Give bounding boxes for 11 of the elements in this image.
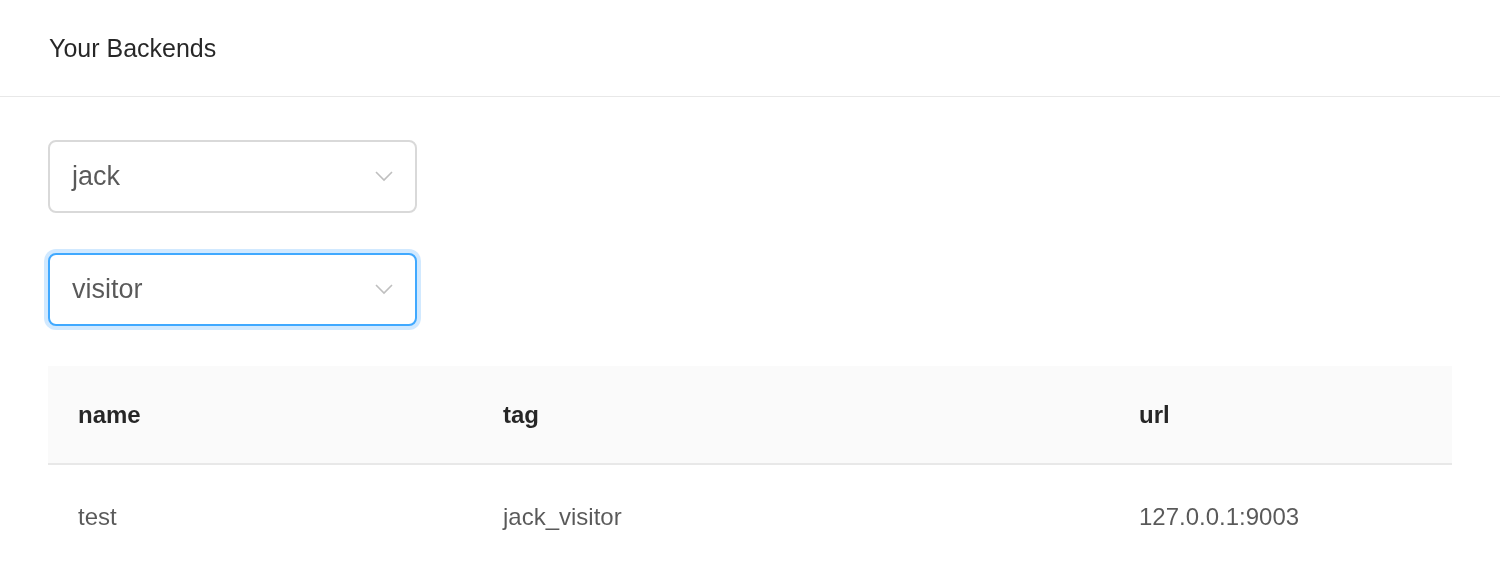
table-cell: 127.0.0.1:9003 bbox=[1109, 464, 1452, 562]
table-cell: jack_visitor bbox=[473, 464, 1109, 562]
page-title: Your Backends bbox=[49, 33, 217, 63]
select-dropdown[interactable]: jack bbox=[48, 140, 417, 213]
table-cell: test bbox=[48, 464, 473, 562]
chevron-down-icon bbox=[375, 284, 393, 295]
column-header: tag bbox=[473, 366, 1109, 464]
select-dropdown[interactable]: visitor bbox=[48, 253, 417, 326]
column-header: url bbox=[1109, 366, 1452, 464]
chevron-down-icon bbox=[375, 171, 393, 182]
column-header: name bbox=[48, 366, 473, 464]
